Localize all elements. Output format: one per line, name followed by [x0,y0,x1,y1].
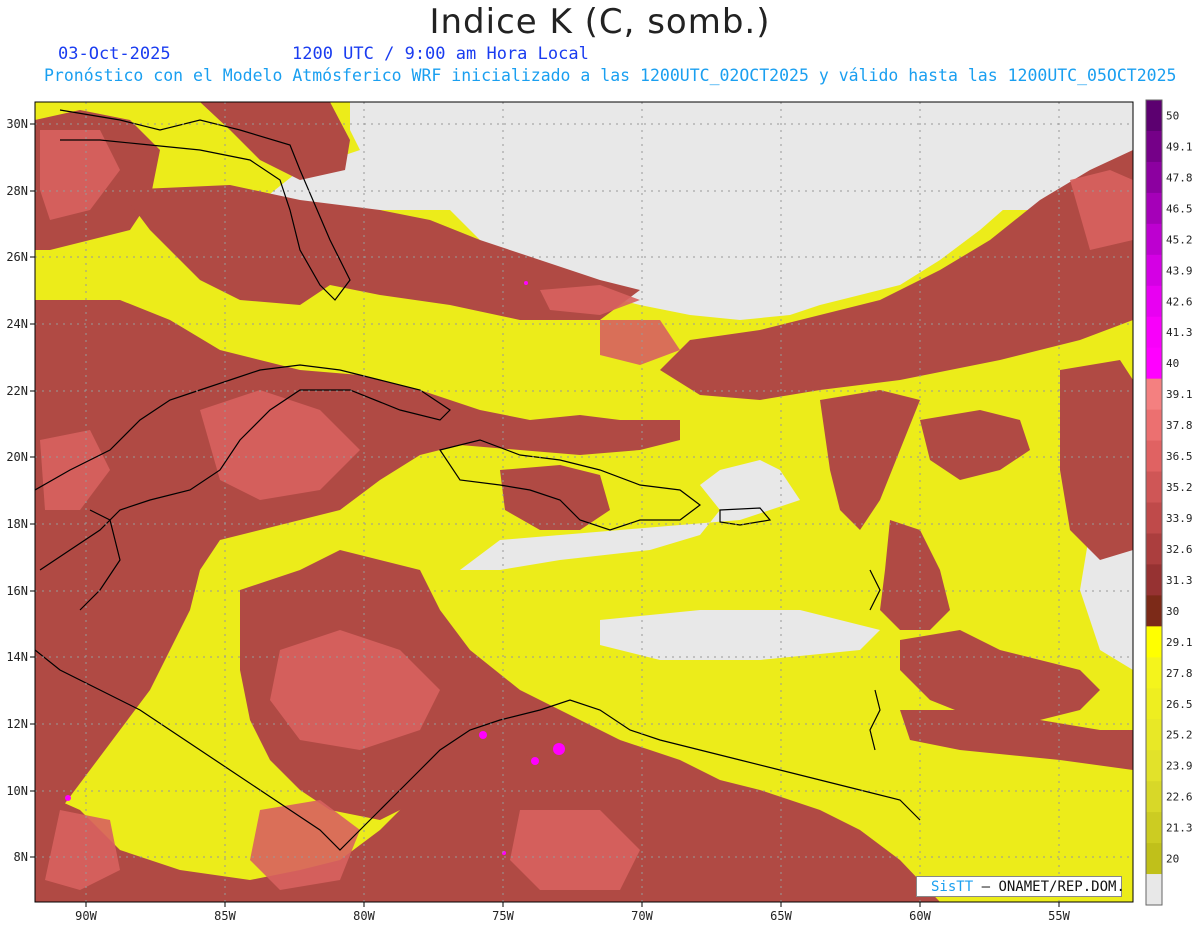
legend-swatch [1146,750,1162,782]
lat-label: 24N [6,317,28,331]
sistema-logo-text: SisTT [931,879,974,895]
lon-label: 65W [770,909,792,923]
lat-label: 10N [6,784,28,798]
lon-label: 85W [214,909,236,923]
legend-label: 47.8 [1166,171,1193,184]
lat-label: 16N [6,584,28,598]
credit-badge: SisTT – ONAMET/REP.DOM. [916,876,1125,897]
legend-swatch [1146,285,1162,318]
legend-swatch [1146,100,1162,132]
legend-label: 33.9 [1166,512,1193,525]
legend-label: 43.9 [1166,264,1193,277]
lat-label: 28N [6,184,28,198]
legend-swatch [1146,347,1162,380]
lat-label: 8N [14,850,28,864]
legend-label: 20 [1166,853,1179,866]
legend-label: 40 [1166,357,1179,370]
legend-swatch [1146,192,1162,225]
legend-swatch [1146,223,1162,256]
legend-swatch [1146,161,1162,194]
lat-label: 30N [6,117,28,131]
legend-label: 29.1 [1166,636,1193,649]
legend-swatch [1146,440,1162,473]
legend-label: 45.2 [1166,233,1193,246]
forecast-time: 1200 UTC / 9:00 am Hora Local [292,44,589,64]
legend-label: 22.6 [1166,791,1193,804]
lon-label: 60W [909,909,931,923]
legend-swatch [1146,688,1162,720]
legend-label: 30 [1166,605,1179,618]
credit-org: – ONAMET/REP.DOM. [973,879,1125,895]
lat-label: 12N [6,717,28,731]
legend-label: 41.3 [1166,326,1193,339]
legend-label: 32.6 [1166,543,1193,556]
lat-label: 20N [6,450,28,464]
legend-label: 25.2 [1166,729,1193,742]
k-index-field [35,102,1133,902]
legend-swatch [1146,564,1162,596]
forecast-subtitle: Pronóstico con el Modelo Atmósferico WRF… [44,66,1177,85]
legend-label: 39.1 [1166,388,1193,401]
legend-swatch [1146,812,1162,844]
lon-label: 70W [631,909,653,923]
legend-swatch [1146,657,1162,689]
lat-label: 14N [6,650,28,664]
legend-label: 49.1 [1166,140,1193,153]
legend-label: 35.2 [1166,481,1193,494]
forecast-date: 03-Oct-2025 [58,44,171,64]
legend-swatch [1146,626,1162,658]
lat-label: 22N [6,384,28,398]
chart-title: Indice K (C, somb.) [429,2,771,42]
legend-label: 21.3 [1166,822,1193,835]
legend-swatch [1146,502,1162,534]
legend-label: 46.5 [1166,202,1193,215]
legend-swatch [1146,409,1162,442]
legend-label: 36.5 [1166,450,1193,463]
legend-swatch [1146,316,1162,349]
legend-label: 42.6 [1166,295,1193,308]
lat-label: 26N [6,250,28,264]
lon-label: 75W [492,909,514,923]
legend-swatch [1146,781,1162,813]
k-index-map: 90W 85W 80W 75W 70W 65W 60W 55W 30N 28N … [6,99,1193,923]
legend-label: 50 [1166,109,1179,122]
legend-label: 37.8 [1166,419,1193,432]
legend-swatch [1146,719,1162,751]
legend-swatch [1146,130,1162,163]
legend-label: 23.9 [1166,760,1193,773]
legend-swatch [1146,254,1162,287]
lon-label: 90W [75,909,97,923]
color-legend: 50 49.1 47.8 46.5 45.2 43.9 42.6 41.3 40 39.1 37.8… [1145,99,1193,906]
legend-swatch [1146,843,1162,875]
legend-label: 27.8 [1166,667,1193,680]
legend-label: 26.5 [1166,698,1193,711]
legend-swatch [1146,533,1162,565]
legend-swatch [1146,595,1162,627]
legend-swatch [1146,378,1162,411]
lat-label: 18N [6,517,28,531]
lon-label: 55W [1048,909,1070,923]
legend-label: 31.3 [1166,574,1193,587]
lon-label: 80W [353,909,375,923]
legend-swatch [1146,471,1162,503]
legend-swatch [1146,874,1162,906]
